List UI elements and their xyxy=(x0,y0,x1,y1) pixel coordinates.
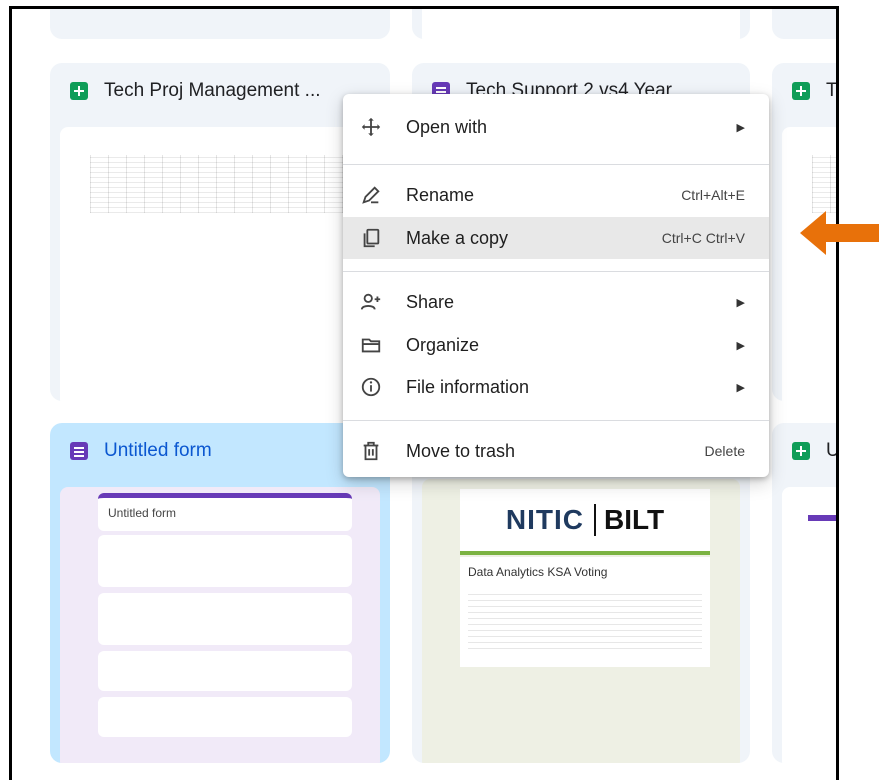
submenu-arrow-icon: ▶ xyxy=(736,339,745,352)
pencil-icon xyxy=(359,183,383,207)
file-thumbnail xyxy=(782,487,836,763)
form-preview-question xyxy=(98,697,352,737)
form-preview-lines xyxy=(468,589,702,649)
file-card-tech-proj[interactable]: Tech Proj Management ... xyxy=(50,63,390,401)
info-icon xyxy=(359,375,383,399)
form-preview-body: Data Analytics KSA Voting xyxy=(460,557,710,667)
card-title: Tech Proj Management ... xyxy=(104,80,321,101)
menu-item-label: Move to trash xyxy=(406,440,516,461)
form-preview-question xyxy=(98,535,352,587)
person-add-icon xyxy=(359,290,383,314)
menu-item-shortcut: Ctrl+C Ctrl+V xyxy=(661,230,745,246)
copy-icon xyxy=(359,226,383,250)
menu-item-label: Rename xyxy=(406,184,475,205)
menu-item-share[interactable]: Share ▶ xyxy=(343,281,769,323)
menu-item-label: Share xyxy=(406,291,455,312)
form-preview-header: Untitled form xyxy=(98,493,352,531)
open-with-icon xyxy=(359,115,383,139)
forms-icon xyxy=(70,442,88,460)
form-banner-thumb xyxy=(808,515,836,521)
file-thumbnail xyxy=(60,127,380,401)
menu-divider xyxy=(343,271,769,272)
file-thumbnail xyxy=(782,127,836,401)
card-title: Untitled form xyxy=(104,440,212,461)
nitic-logo-banner: NITIC BILT xyxy=(460,489,710,555)
form-preview-question xyxy=(98,593,352,645)
menu-item-open-with[interactable]: Open with ▶ xyxy=(343,106,769,148)
menu-item-label: File information xyxy=(406,376,530,397)
nitic-logo: NITIC xyxy=(505,504,584,535)
menu-item-shortcut: Delete xyxy=(704,443,745,459)
trash-icon xyxy=(359,439,383,463)
sheets-icon xyxy=(70,82,88,100)
menu-item-label: Open with xyxy=(406,116,488,137)
submenu-arrow-icon: ▶ xyxy=(736,121,745,134)
submenu-arrow-icon: ▶ xyxy=(736,296,745,309)
file-card-top-right[interactable] xyxy=(772,9,836,39)
bilt-logo: BILT xyxy=(593,504,664,536)
menu-item-make-a-copy[interactable]: Make a copy Ctrl+C Ctrl+V xyxy=(343,217,769,259)
card-header: U xyxy=(772,423,839,479)
form-preview-title: Untitled form xyxy=(108,506,177,520)
context-menu: Open with ▶ Rename Ctrl+Alt+E Make a cop… xyxy=(343,94,769,477)
spreadsheet-preview xyxy=(812,155,836,213)
card-title: U xyxy=(826,440,839,461)
menu-item-file-information[interactable]: File information ▶ xyxy=(343,366,769,408)
file-card-untitled-form[interactable]: Untitled form Untitled form xyxy=(50,423,390,763)
form-thumbnail: NITIC BILT Data Analytics KSA Voting xyxy=(422,479,740,763)
menu-item-organize[interactable]: Organize ▶ xyxy=(343,324,769,366)
card-header: Tech Proj Management ... xyxy=(50,63,390,119)
card-title: T xyxy=(826,80,838,101)
card-header: T xyxy=(772,63,838,119)
file-card-top-middle[interactable] xyxy=(412,9,750,39)
sheets-icon xyxy=(792,442,810,460)
file-card-right-bottom[interactable]: U xyxy=(772,423,839,763)
form-preview-question xyxy=(98,651,352,691)
drive-file-grid: Tech Proj Management ... Tech Support 2 … xyxy=(12,9,836,780)
menu-divider xyxy=(343,420,769,421)
menu-item-rename[interactable]: Rename Ctrl+Alt+E xyxy=(343,174,769,216)
form-preview-title: Data Analytics KSA Voting xyxy=(468,565,608,579)
sheets-icon xyxy=(792,82,810,100)
menu-item-move-to-trash[interactable]: Move to trash Delete xyxy=(343,430,769,472)
file-card-top-left[interactable] xyxy=(50,9,390,39)
folder-icon xyxy=(359,333,383,357)
menu-item-label: Make a copy xyxy=(406,227,509,248)
pointer-arrow-annotation xyxy=(800,211,879,255)
screenshot-frame: Tech Proj Management ... Tech Support 2 … xyxy=(9,6,839,780)
menu-divider xyxy=(343,164,769,165)
spreadsheet-preview xyxy=(90,155,350,213)
form-thumbnail: Untitled form xyxy=(60,487,380,763)
card-header: Untitled form xyxy=(50,423,390,479)
submenu-arrow-icon: ▶ xyxy=(736,381,745,394)
menu-item-label: Organize xyxy=(406,334,480,355)
menu-item-shortcut: Ctrl+Alt+E xyxy=(681,187,745,203)
